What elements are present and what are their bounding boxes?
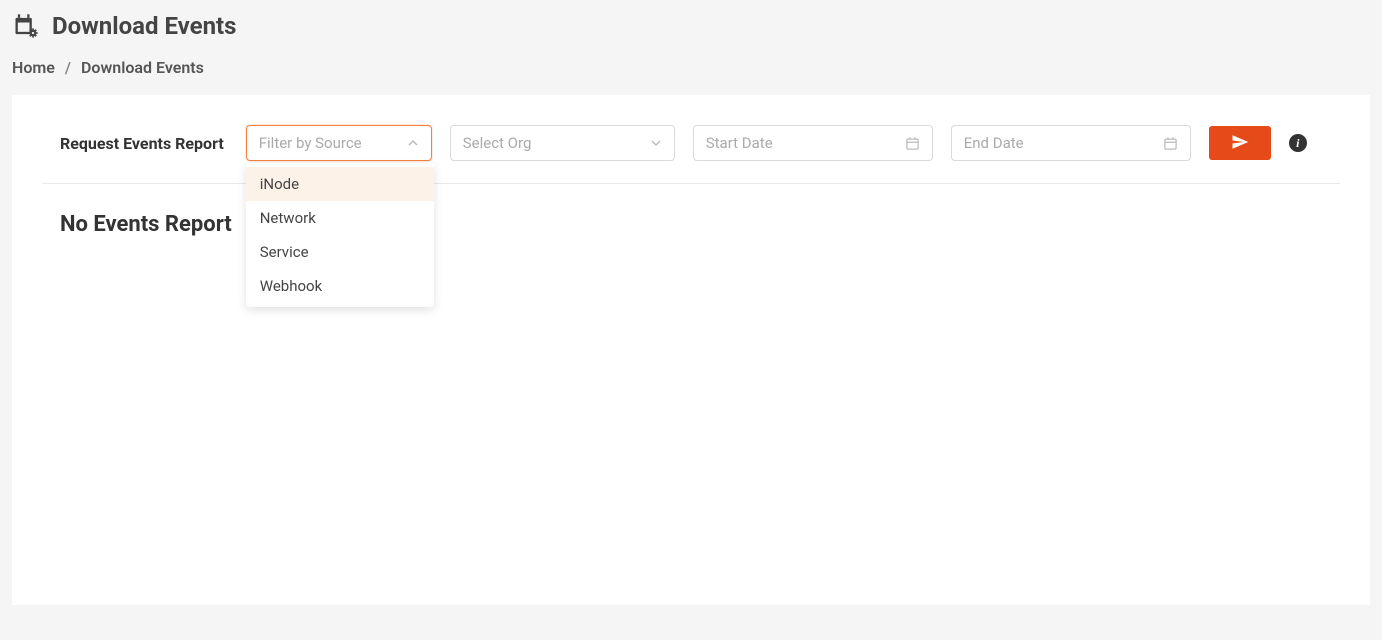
chevron-down-icon <box>650 137 662 149</box>
empty-state: No Events Report <box>42 212 1340 237</box>
calendar-icon <box>905 136 920 151</box>
info-icon[interactable]: i <box>1289 134 1307 152</box>
content-card: Request Events Report Filter by Source i… <box>12 95 1370 605</box>
dropdown-item-network[interactable]: Network <box>246 201 434 235</box>
end-date-input[interactable]: End Date <box>951 125 1191 161</box>
breadcrumb-current: Download Events <box>81 58 204 77</box>
breadcrumb-separator: / <box>65 58 71 77</box>
page-title: Download Events <box>52 12 237 40</box>
dropdown-item-inode[interactable]: iNode <box>246 167 434 201</box>
dropdown-item-webhook[interactable]: Webhook <box>246 269 434 303</box>
start-date-input[interactable]: Start Date <box>693 125 933 161</box>
filter-source-select[interactable]: Filter by Source <box>246 125 432 161</box>
send-icon <box>1231 133 1249 154</box>
filter-source-dropdown: iNode Network Service Webhook <box>246 163 434 307</box>
filter-org-select[interactable]: Select Org <box>450 125 675 161</box>
filter-source-wrap: Filter by Source iNode Network Service W… <box>246 125 432 161</box>
calendar-gear-icon <box>12 12 40 40</box>
filter-org-placeholder: Select Org <box>463 134 532 152</box>
breadcrumb: Home / Download Events <box>12 58 1370 77</box>
chevron-up-icon <box>407 137 419 149</box>
filter-row: Request Events Report Filter by Source i… <box>42 125 1340 184</box>
filter-label: Request Events Report <box>60 134 224 153</box>
submit-button[interactable] <box>1209 126 1271 160</box>
dropdown-item-service[interactable]: Service <box>246 235 434 269</box>
calendar-icon <box>1163 136 1178 151</box>
page-header: Download Events <box>12 12 1370 40</box>
breadcrumb-home-link[interactable]: Home <box>12 58 55 77</box>
end-date-placeholder: End Date <box>964 134 1024 152</box>
filter-source-placeholder: Filter by Source <box>259 134 362 152</box>
start-date-placeholder: Start Date <box>706 134 773 152</box>
